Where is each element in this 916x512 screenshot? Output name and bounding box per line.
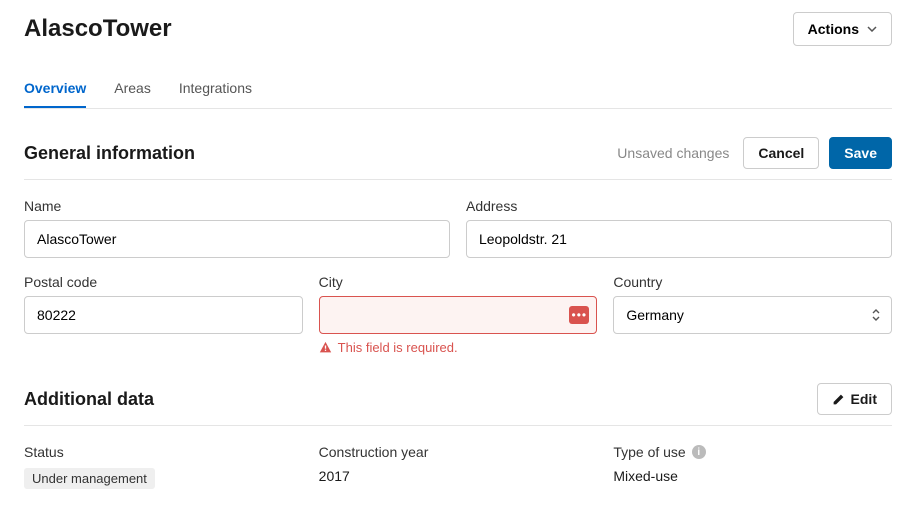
info-icon[interactable]: i	[692, 445, 706, 459]
city-error: This field is required.	[319, 340, 598, 355]
field-city: City ••• This field is required.	[319, 274, 598, 355]
address-label: Address	[466, 198, 892, 214]
city-label: City	[319, 274, 598, 290]
field-country: Country	[613, 274, 892, 355]
actions-button-label: Actions	[808, 21, 859, 37]
status-label: Status	[24, 444, 303, 460]
page-title: AlascoTower	[24, 15, 172, 43]
divider	[24, 425, 892, 426]
info-year: Construction year 2017	[319, 444, 598, 489]
cancel-button[interactable]: Cancel	[743, 137, 819, 169]
save-button[interactable]: Save	[829, 137, 892, 169]
general-section-title: General information	[24, 143, 195, 164]
year-label: Construction year	[319, 444, 598, 460]
info-status: Status Under management	[24, 444, 303, 489]
status-badge: Under management	[24, 468, 155, 489]
tab-areas[interactable]: Areas	[114, 70, 151, 108]
postal-label: Postal code	[24, 274, 303, 290]
field-address: Address	[466, 198, 892, 258]
field-postal: Postal code	[24, 274, 303, 355]
tab-overview[interactable]: Overview	[24, 70, 86, 108]
name-input[interactable]	[24, 220, 450, 258]
caret-down-icon	[867, 26, 877, 32]
country-label: Country	[613, 274, 892, 290]
type-of-use-label: Type of use	[613, 444, 685, 460]
address-input[interactable]	[466, 220, 892, 258]
tab-integrations[interactable]: Integrations	[179, 70, 252, 108]
name-label: Name	[24, 198, 450, 214]
divider	[24, 179, 892, 180]
warning-icon	[319, 341, 332, 354]
tabs: Overview Areas Integrations	[24, 70, 892, 109]
unsaved-changes-text: Unsaved changes	[617, 145, 729, 161]
city-error-text: This field is required.	[338, 340, 458, 355]
additional-section-title: Additional data	[24, 389, 154, 410]
password-manager-icon[interactable]: •••	[569, 306, 589, 324]
field-name: Name	[24, 198, 450, 258]
actions-button[interactable]: Actions	[793, 12, 892, 46]
info-type-of-use: Type of use i Mixed-use	[613, 444, 892, 489]
postal-input[interactable]	[24, 296, 303, 334]
country-select[interactable]	[613, 296, 892, 334]
city-input[interactable]	[319, 296, 598, 334]
type-of-use-value: Mixed-use	[613, 468, 892, 484]
edit-button[interactable]: Edit	[817, 383, 892, 415]
pencil-icon	[832, 393, 845, 406]
year-value: 2017	[319, 468, 598, 484]
edit-button-label: Edit	[851, 391, 877, 407]
